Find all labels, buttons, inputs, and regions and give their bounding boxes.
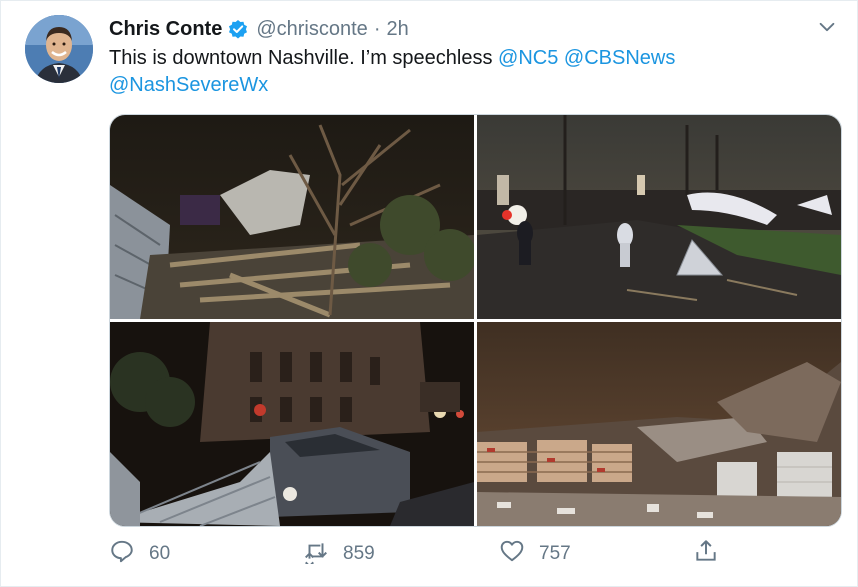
- reply-count: 60: [149, 543, 171, 564]
- photo-collapsed-store[interactable]: [477, 322, 841, 526]
- like-button[interactable]: 757: [499, 538, 571, 570]
- photo-damaged-buildings[interactable]: [110, 322, 474, 526]
- mention-link[interactable]: @NC5: [498, 47, 558, 69]
- tweet-header: Chris Conte @chrisconte · 2h: [109, 17, 409, 41]
- verified-badge-icon: [228, 19, 248, 39]
- separator-dot: ·: [373, 17, 381, 40]
- share-icon: [693, 538, 719, 570]
- tweet-card[interactable]: Chris Conte @chrisconte · 2h This is dow…: [0, 0, 858, 587]
- tweet-text: This is downtown Nashville. I’m speechle…: [109, 45, 829, 99]
- retweet-icon: [303, 538, 329, 570]
- mention-link[interactable]: @CBSNews: [564, 47, 675, 69]
- retweet-count: 859: [343, 543, 375, 564]
- tweet-text-body: This is downtown Nashville. I’m speechle…: [109, 47, 499, 69]
- share-button[interactable]: [693, 538, 719, 570]
- like-count: 757: [539, 543, 571, 564]
- photo-street-night[interactable]: [477, 115, 841, 319]
- avatar[interactable]: [25, 15, 93, 83]
- heart-icon: [499, 538, 525, 570]
- author-name[interactable]: Chris Conte: [109, 18, 222, 41]
- reply-icon: [109, 538, 135, 570]
- author-handle[interactable]: @chrisconte: [256, 18, 367, 41]
- tweet-timestamp[interactable]: 2h: [386, 18, 408, 41]
- tweet-actions: 60 859 757: [109, 537, 729, 571]
- photo-storm-debris[interactable]: [110, 115, 474, 319]
- photo-grid: [109, 114, 842, 527]
- mention-link[interactable]: @NashSevereWx: [109, 74, 268, 96]
- chevron-down-icon[interactable]: [815, 15, 839, 39]
- retweet-button[interactable]: 859: [303, 538, 375, 570]
- reply-button[interactable]: 60: [109, 538, 170, 570]
